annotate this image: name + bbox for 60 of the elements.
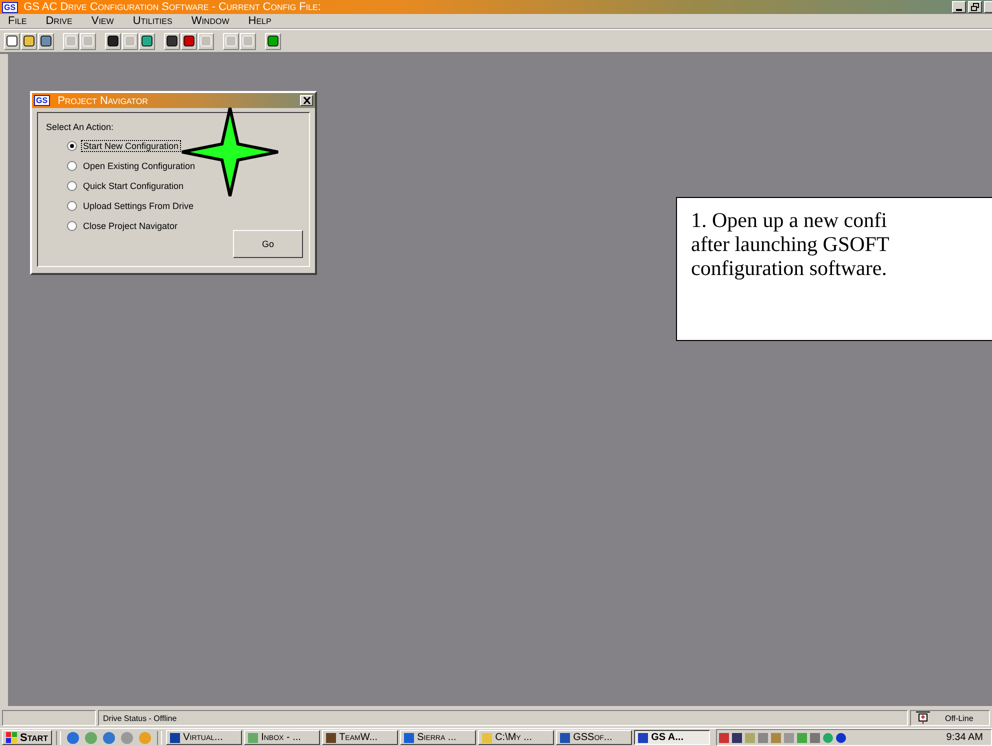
option-label[interactable]: Start New Configuration: [81, 140, 181, 152]
menu-item[interactable]: Drive: [46, 15, 72, 27]
dialog-title: Project Navigator: [58, 94, 148, 106]
callout-text: configuration software.: [691, 256, 887, 280]
status-text: Drive Status - Offline: [98, 710, 908, 726]
toolbar-icon[interactable]: [21, 32, 37, 50]
start-button[interactable]: Start: [2, 730, 52, 745]
menu-item[interactable]: Help: [248, 15, 272, 27]
quick-launch-icon[interactable]: [102, 730, 116, 744]
toolbar-icon[interactable]: [265, 32, 281, 50]
plug-icon: [915, 711, 931, 725]
app-logo: GS: [34, 95, 50, 106]
taskbar-button[interactable]: GS A...: [634, 730, 710, 745]
option-label[interactable]: Upload Settings From Drive: [81, 200, 196, 212]
toolbar-icon[interactable]: [181, 32, 197, 50]
close-button[interactable]: [300, 95, 313, 106]
taskbar-button[interactable]: C:\My ...: [478, 730, 554, 745]
toolbar-icon[interactable]: [139, 32, 155, 50]
restore-button[interactable]: [968, 1, 982, 13]
option-label[interactable]: Quick Start Configuration: [81, 180, 186, 192]
menu-item[interactable]: File: [8, 15, 27, 27]
taskbar-button[interactable]: TeamW...: [322, 730, 398, 745]
radio-button[interactable]: [67, 221, 77, 231]
app-icon: [325, 732, 338, 744]
quick-launch-icon[interactable]: [66, 730, 80, 744]
windows-logo-icon: [6, 732, 18, 743]
close-icon: [302, 97, 310, 104]
window-title: GS AC Drive Configuration Software - Current Config File:: [24, 1, 321, 13]
app-icon: [247, 732, 260, 744]
prompt-label: Select An Action:: [46, 122, 115, 132]
clock: 9:34 AM: [946, 732, 983, 743]
restore-icon: [971, 3, 979, 11]
radio-button[interactable]: [67, 161, 77, 171]
app-icon: [169, 732, 182, 744]
taskbar-button[interactable]: GSSof...: [556, 730, 632, 745]
go-button[interactable]: Go: [233, 230, 303, 258]
toolbar-icon[interactable]: [164, 32, 180, 50]
app-logo: GS: [2, 2, 18, 12]
option-label[interactable]: Close Project Navigator: [81, 220, 180, 232]
app-icon: [637, 732, 650, 744]
radio-button[interactable]: [67, 181, 77, 191]
app-icon: [559, 732, 572, 744]
connection-status: Off-Line: [945, 714, 974, 722]
menu-item[interactable]: Window: [191, 15, 230, 27]
app-icon: [481, 732, 494, 744]
option-label[interactable]: Open Existing Configuration: [81, 160, 198, 172]
radio-button[interactable]: [67, 201, 77, 211]
toolbar-icon[interactable]: [38, 32, 54, 50]
callout-text: after launching GSOFT: [691, 232, 890, 256]
toolbar-icon[interactable]: [4, 32, 20, 50]
callout-text: 1. Open up a new confi: [691, 208, 887, 232]
toolbar-icon[interactable]: [105, 32, 121, 50]
taskbar-button[interactable]: Sierra ...: [400, 730, 476, 745]
app-icon: [403, 732, 416, 744]
menu-item[interactable]: Utilities: [132, 15, 172, 27]
menu-item[interactable]: View: [91, 15, 114, 27]
radio-button[interactable]: [67, 141, 77, 151]
taskbar-button[interactable]: Virtual...: [166, 730, 242, 745]
minimize-button[interactable]: [952, 1, 966, 13]
taskbar-button[interactable]: Inbox - ...: [244, 730, 320, 745]
